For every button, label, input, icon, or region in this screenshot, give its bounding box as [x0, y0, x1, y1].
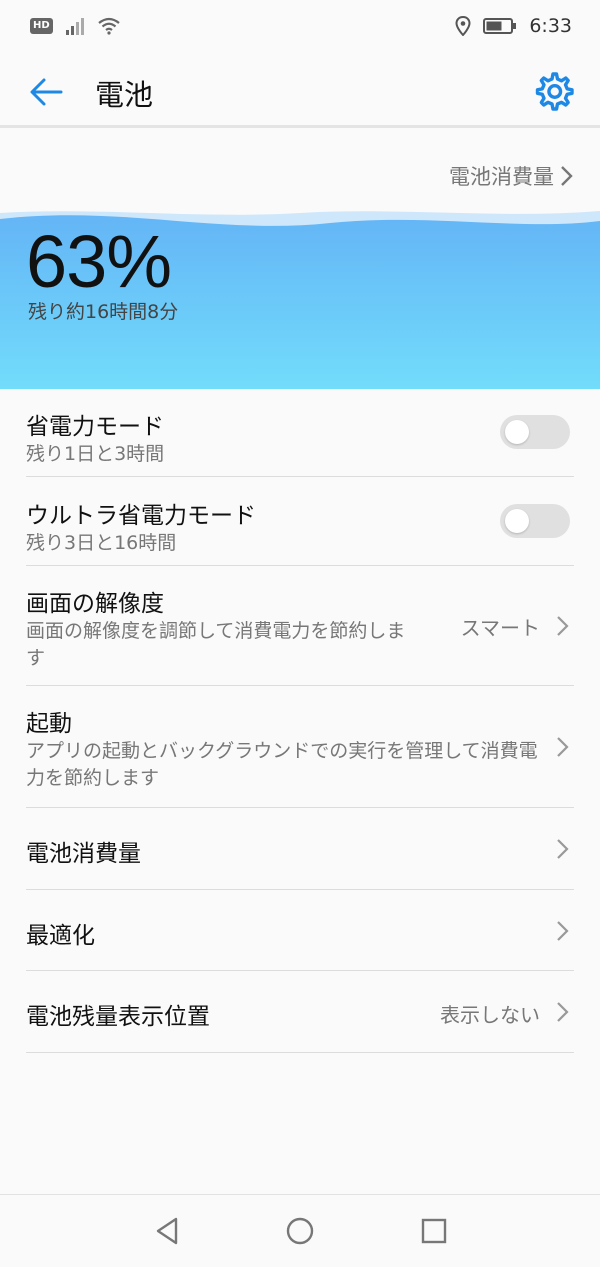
navigation-bar — [0, 1194, 600, 1267]
launch-row[interactable]: 起動 アプリの起動とバックグラウンドでの実行を管理して消費電力を節約します — [26, 686, 574, 808]
chevron-right-icon — [557, 737, 569, 757]
toggle-knob — [505, 420, 529, 444]
page-title: 電池 — [95, 78, 154, 112]
battery-percent: 63% — [26, 220, 172, 303]
toggle-knob — [505, 509, 529, 533]
settings-list: 省電力モード 残り1日と3時間 ウルトラ省電力モード 残り3日と16時間 画面の… — [0, 389, 600, 1053]
resolution-title: 画面の解像度 — [26, 591, 164, 617]
battery-percentage-position-value: 表示しない — [440, 1003, 540, 1027]
resolution-row[interactable]: 画面の解像度 画面の解像度を調節して消費電力を節約します スマート — [26, 566, 574, 686]
battery-usage-link-label: 電池消費量 — [449, 165, 554, 189]
battery-usage-title: 電池消費量 — [26, 841, 141, 867]
launch-title: 起動 — [26, 711, 72, 737]
app-bar: 電池 — [0, 52, 600, 128]
battery-usage-row[interactable]: 電池消費量 — [26, 808, 574, 890]
chevron-right-icon — [557, 839, 569, 859]
resolution-value: スマート — [460, 616, 540, 640]
battery-summary: 電池消費量 63% 残り約16時間8分 — [0, 131, 600, 389]
chevron-right-icon — [561, 166, 573, 186]
hd-icon: HD — [30, 18, 53, 34]
power-saving-subtitle: 残り1日と3時間 — [26, 443, 165, 465]
status-bar: HD 6:33 — [0, 0, 600, 52]
optimize-title: 最適化 — [26, 923, 95, 949]
power-saving-title: 省電力モード — [26, 414, 164, 440]
battery-usage-link[interactable]: 電池消費量 — [449, 161, 574, 191]
arrow-left-icon[interactable] — [26, 72, 66, 112]
ultra-power-saving-subtitle: 残り3日と16時間 — [26, 532, 177, 554]
chevron-right-icon — [557, 1002, 569, 1022]
battery-icon — [483, 18, 517, 34]
back-triangle-icon[interactable] — [152, 1215, 184, 1247]
signal-icon — [65, 18, 84, 35]
chevron-right-icon — [557, 616, 569, 636]
ultra-power-saving-row[interactable]: ウルトラ省電力モード 残り3日と16時間 — [26, 477, 574, 566]
home-circle-icon[interactable] — [284, 1215, 316, 1247]
gear-icon[interactable] — [532, 70, 574, 112]
optimize-row[interactable]: 最適化 — [26, 890, 574, 971]
resolution-subtitle: 画面の解像度を調節して消費電力を節約します — [26, 620, 406, 669]
power-saving-toggle[interactable] — [500, 415, 570, 449]
clock: 6:33 — [529, 15, 572, 37]
power-saving-row[interactable]: 省電力モード 残り1日と3時間 — [26, 389, 574, 477]
battery-remaining-time: 残り約16時間8分 — [28, 301, 179, 323]
location-icon — [455, 16, 471, 36]
chevron-right-icon — [557, 921, 569, 941]
wifi-icon — [97, 17, 120, 35]
ultra-power-saving-toggle[interactable] — [500, 504, 570, 538]
battery-percentage-position-row[interactable]: 電池残量表示位置 表示しない — [26, 971, 574, 1053]
launch-subtitle: アプリの起動とバックグラウンドでの実行を管理して消費電力を節約します — [26, 740, 538, 789]
recents-square-icon[interactable] — [418, 1215, 450, 1247]
battery-percentage-position-title: 電池残量表示位置 — [26, 1004, 210, 1030]
status-right: 6:33 — [455, 15, 572, 37]
status-left: HD — [30, 17, 121, 35]
ultra-power-saving-title: ウルトラ省電力モード — [26, 503, 256, 529]
